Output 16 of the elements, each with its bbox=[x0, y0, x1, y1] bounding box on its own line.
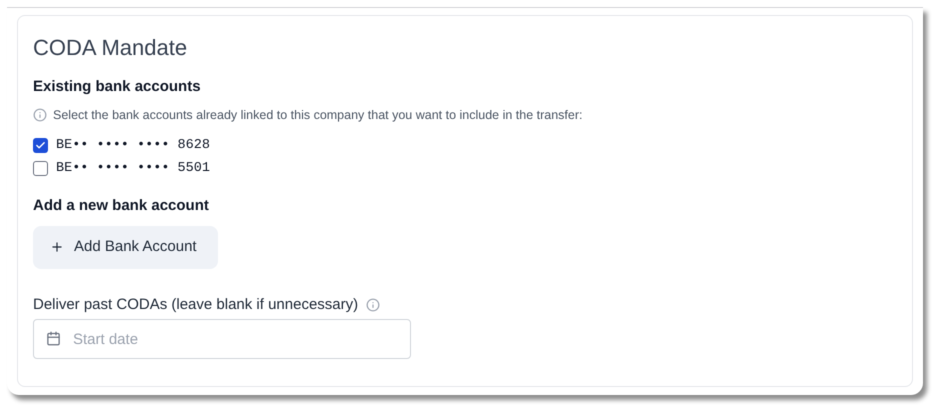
add-bank-account-button[interactable]: Add Bank Account bbox=[33, 226, 218, 269]
calendar-icon bbox=[46, 331, 61, 346]
info-icon bbox=[366, 298, 380, 312]
account-number: BE•• •••• •••• 8628 bbox=[56, 136, 210, 155]
section-heading: Existing bank accounts bbox=[33, 77, 201, 97]
plus-icon bbox=[50, 240, 64, 254]
checkbox[interactable] bbox=[33, 161, 48, 176]
hint-text: Select the bank accounts already linked to this company that you want to include in the transfer: bbox=[53, 107, 582, 124]
card-title: CODA Mandate bbox=[33, 34, 188, 62]
info-icon bbox=[33, 108, 47, 122]
check-icon bbox=[35, 140, 46, 152]
account-number: BE•• •••• •••• 5501 bbox=[56, 160, 210, 178]
date-field[interactable]: Start date bbox=[33, 319, 411, 360]
checkbox[interactable] bbox=[33, 138, 48, 154]
section-heading: Add a new bank account bbox=[33, 196, 209, 216]
field-label: Deliver past CODAs (leave blank if unnecessary) bbox=[33, 294, 358, 315]
